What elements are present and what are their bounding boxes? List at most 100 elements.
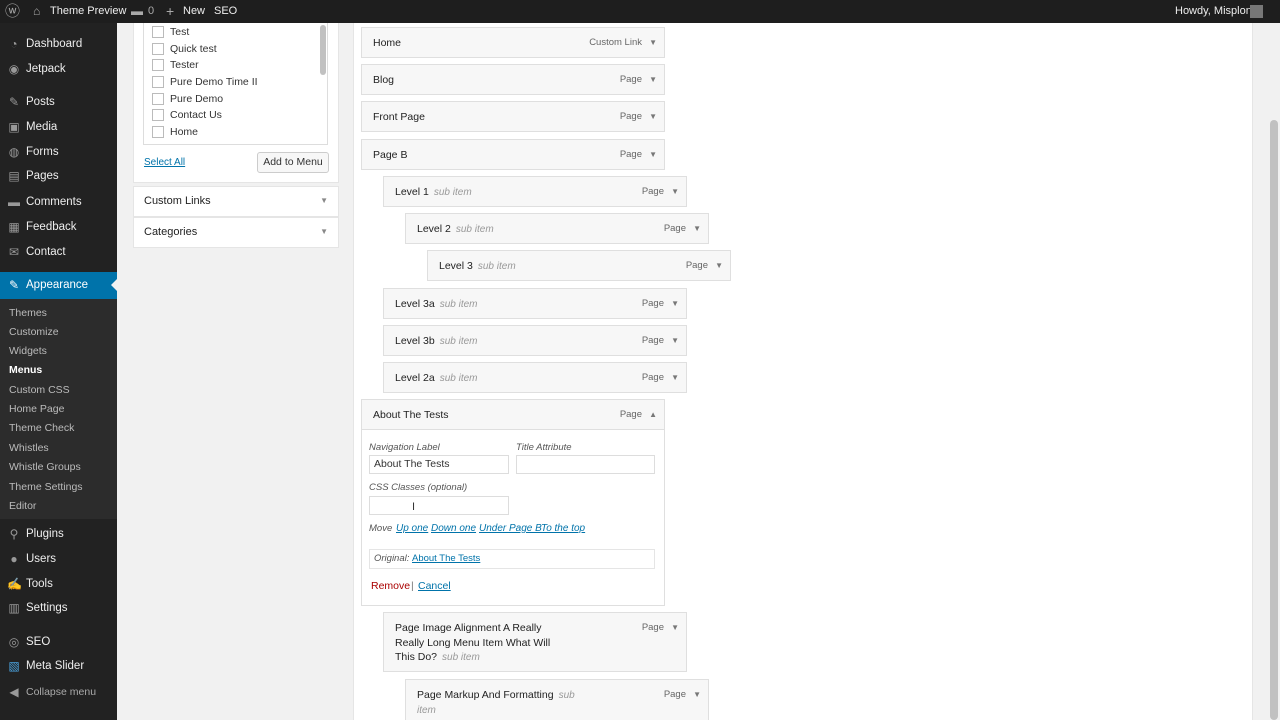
menu-item-page-image-alignment[interactable]: Page Image Alignment A Really Really Lon… bbox=[383, 612, 687, 672]
move-to-top-link[interactable]: To the top bbox=[541, 523, 585, 534]
sidebar-item-pages[interactable]: ▤ Pages bbox=[0, 164, 117, 188]
howdy-account-link[interactable]: Howdy, Misplon bbox=[1175, 0, 1252, 23]
chevron-down-icon[interactable]: ▼ bbox=[693, 224, 701, 233]
submenu-themes[interactable]: Themes bbox=[9, 305, 47, 321]
tools-icon: ✍ bbox=[7, 577, 22, 591]
sidebar-item-users[interactable]: ● Users bbox=[0, 547, 117, 571]
sidebar-item-dashboard[interactable]: ◔ Dashboard bbox=[0, 32, 117, 56]
menu-item-page-markup-and-formatting[interactable]: Page Markup And Formatting sub item Page ▼ bbox=[405, 679, 709, 720]
checkbox-label: Pure Demo bbox=[170, 93, 224, 105]
checkbox-label: Quick test bbox=[170, 43, 217, 55]
sidebar-item-posts[interactable]: ✎ Posts bbox=[0, 90, 117, 114]
sidebar-item-meta-slider[interactable]: ▧ Meta Slider bbox=[0, 654, 117, 678]
menu-item-page-b[interactable]: Page B Page ▼ bbox=[361, 139, 665, 170]
submenu-home-page[interactable]: Home Page bbox=[9, 401, 64, 417]
checkbox-test[interactable] bbox=[152, 26, 164, 38]
wordpress-logo-icon[interactable]: ⓦ bbox=[5, 0, 20, 23]
sidebar-item-appearance[interactable]: ✎ Appearance bbox=[0, 272, 117, 299]
checkbox-contact-us[interactable] bbox=[152, 109, 164, 121]
submenu-whistles[interactable]: Whistles bbox=[9, 440, 49, 456]
sidebar-item-plugins[interactable]: ⚲ Plugins bbox=[0, 522, 117, 546]
css-classes-label: CSS Classes (optional) bbox=[369, 482, 468, 493]
navigation-label-label: Navigation Label bbox=[369, 442, 440, 453]
sidebar-item-contact[interactable]: ✉ Contact bbox=[0, 240, 117, 264]
remove-link[interactable]: Remove bbox=[371, 580, 410, 592]
menu-item-level-1[interactable]: Level 1 sub item Page ▼ bbox=[383, 176, 687, 207]
chevron-down-icon[interactable]: ▼ bbox=[649, 150, 657, 159]
chevron-down-icon[interactable]: ▼ bbox=[649, 75, 657, 84]
comments-count: 0 bbox=[148, 5, 155, 17]
seo-icon: ◎ bbox=[8, 635, 20, 649]
title-attribute-label: Title Attribute bbox=[516, 442, 572, 453]
move-down-one-link[interactable]: Down one bbox=[431, 523, 476, 534]
checkbox-pure-demo-time-ii[interactable] bbox=[152, 76, 164, 88]
chevron-down-icon[interactable]: ▼ bbox=[693, 690, 701, 699]
move-up-one-link[interactable]: Up one bbox=[396, 523, 428, 534]
checkbox-tester[interactable] bbox=[152, 59, 164, 71]
categories-accordion[interactable]: Categories ▼ bbox=[133, 217, 339, 248]
pages-icon: ▤ bbox=[8, 169, 20, 183]
seo-link[interactable]: SEO bbox=[214, 0, 237, 23]
chevron-down-icon[interactable]: ▼ bbox=[649, 38, 657, 47]
move-under-page-b-link[interactable]: Under Page B bbox=[479, 523, 542, 534]
submenu-custom-css[interactable]: Custom CSS bbox=[9, 382, 70, 398]
sidebar-item-media[interactable]: ▣ Media bbox=[0, 115, 117, 139]
navigation-label-input[interactable]: About The Tests bbox=[369, 455, 509, 474]
menu-item-blog[interactable]: Blog Page ▼ bbox=[361, 64, 665, 95]
title-attribute-input[interactable] bbox=[516, 455, 655, 474]
checkbox-pure-demo[interactable] bbox=[152, 93, 164, 105]
sidebar-item-settings[interactable]: ▥ Settings bbox=[0, 596, 117, 620]
menu-item-level-3b[interactable]: Level 3b sub item Page ▼ bbox=[383, 325, 687, 356]
sidebar-item-tools[interactable]: ✍ Tools bbox=[0, 572, 117, 596]
checkbox-home[interactable] bbox=[152, 126, 164, 138]
home-icon: ⌂ bbox=[33, 4, 41, 18]
new-content-link[interactable]: New bbox=[183, 0, 205, 23]
collapse-menu-button[interactable]: ◀ Collapse menu bbox=[0, 680, 117, 704]
submenu-theme-settings[interactable]: Theme Settings bbox=[9, 479, 83, 495]
jetpack-icon: ◉ bbox=[8, 62, 20, 76]
menu-item-level-2[interactable]: Level 2 sub item Page ▼ bbox=[405, 213, 709, 244]
submenu-widgets[interactable]: Widgets bbox=[9, 343, 47, 359]
menu-item-front-page[interactable]: Front Page Page ▼ bbox=[361, 101, 665, 132]
menu-item-home[interactable]: Home Custom Link ▼ bbox=[361, 27, 665, 58]
submenu-whistle-groups[interactable]: Whistle Groups bbox=[9, 459, 81, 475]
menu-item-level-2a[interactable]: Level 2a sub item Page ▼ bbox=[383, 362, 687, 393]
chevron-down-icon[interactable]: ▼ bbox=[671, 187, 679, 196]
menu-item-level-3a[interactable]: Level 3a sub item Page ▼ bbox=[383, 288, 687, 319]
chevron-down-icon: ▼ bbox=[320, 227, 328, 236]
sidebar-item-feedback[interactable]: ▦ Feedback bbox=[0, 215, 117, 239]
sidebar-item-comments[interactable]: ▬ Comments bbox=[0, 190, 117, 214]
site-name-link[interactable]: Theme Preview bbox=[50, 0, 126, 23]
chevron-up-icon[interactable]: ▲ bbox=[649, 410, 657, 419]
move-label: Move bbox=[369, 523, 393, 534]
comments-icon[interactable]: ▬ bbox=[131, 0, 143, 23]
original-link[interactable]: About The Tests bbox=[412, 553, 480, 564]
sidebar-item-forms[interactable]: ◍ Forms bbox=[0, 140, 117, 164]
collapse-icon: ◀ bbox=[9, 685, 19, 699]
cancel-link[interactable]: Cancel bbox=[418, 580, 451, 592]
submenu-menus[interactable]: Menus bbox=[9, 362, 42, 378]
sidebar-item-jetpack[interactable]: ◉ Jetpack bbox=[0, 57, 117, 81]
css-classes-input[interactable] bbox=[369, 496, 509, 515]
menu-item-level-3[interactable]: Level 3 sub item Page ▼ bbox=[427, 250, 731, 281]
page-scrollbar[interactable] bbox=[1270, 120, 1278, 720]
submenu-editor[interactable]: Editor bbox=[9, 498, 36, 514]
sidebar-item-seo[interactable]: ◎ SEO bbox=[0, 630, 117, 654]
add-to-menu-button[interactable]: Add to Menu bbox=[257, 152, 329, 173]
select-all-link[interactable]: Select All bbox=[144, 157, 185, 168]
chevron-down-icon[interactable]: ▼ bbox=[671, 336, 679, 345]
contact-icon: ✉ bbox=[8, 245, 20, 259]
admin-sidebar: ◔ Dashboard ◉ Jetpack ✎ Posts ▣ Media ◍ Forms… bbox=[0, 23, 117, 720]
avatar[interactable] bbox=[1250, 5, 1263, 18]
submenu-customize[interactable]: Customize bbox=[9, 324, 59, 340]
chevron-down-icon[interactable]: ▼ bbox=[715, 261, 723, 270]
chevron-down-icon[interactable]: ▼ bbox=[649, 112, 657, 121]
menu-item-about-the-tests[interactable]: About The Tests Page ▲ bbox=[361, 399, 665, 430]
submenu-theme-check[interactable]: Theme Check bbox=[9, 420, 74, 436]
chevron-down-icon[interactable]: ▼ bbox=[671, 373, 679, 382]
chevron-down-icon[interactable]: ▼ bbox=[671, 623, 679, 632]
checkbox-quick-test[interactable] bbox=[152, 43, 164, 55]
checklist-scrollbar[interactable] bbox=[320, 25, 326, 75]
chevron-down-icon[interactable]: ▼ bbox=[671, 299, 679, 308]
custom-links-accordion[interactable]: Custom Links ▼ bbox=[133, 186, 339, 217]
